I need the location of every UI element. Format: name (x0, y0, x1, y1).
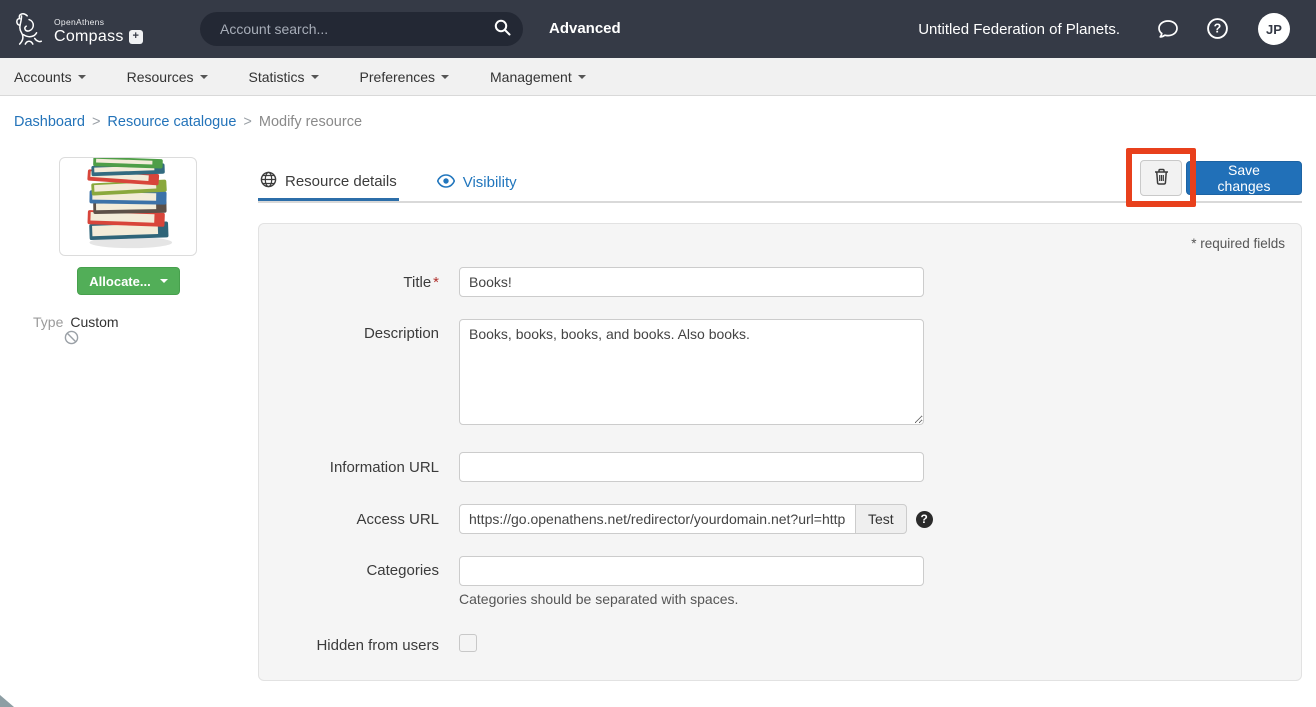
resource-type-row: Type Custom (33, 314, 119, 330)
modify-resource-main: Resource details Visibility Save changes… (258, 160, 1302, 681)
resource-thumbnail-card (59, 157, 197, 256)
access-url-input[interactable] (459, 504, 856, 534)
menu-item-label: Resources (127, 69, 194, 85)
tab-label: Resource details (285, 173, 397, 190)
categories-label: Categories (279, 556, 459, 579)
allocate-label: Allocate... (89, 274, 150, 289)
openathens-owl-icon (14, 9, 46, 54)
svg-text:?: ? (1214, 22, 1222, 36)
menu-item-management[interactable]: Management (490, 69, 586, 85)
chevron-down-icon (160, 279, 168, 283)
globe-icon (260, 171, 277, 192)
chevron-down-icon (78, 75, 86, 79)
search-button[interactable] (494, 19, 511, 39)
tab-label: Visibility (463, 174, 517, 191)
allocate-dropdown-button[interactable]: Allocate... (77, 267, 180, 295)
title-input[interactable] (459, 267, 924, 297)
breadcrumb-resource-catalogue[interactable]: Resource catalogue (107, 114, 236, 130)
type-value: Custom (70, 314, 118, 330)
categories-hint: Categories should be separated with spac… (459, 591, 924, 607)
description-textarea[interactable]: Books, books, books, and books. Also boo… (459, 319, 924, 425)
menu-item-label: Management (490, 69, 572, 85)
hidden-from-users-checkbox[interactable] (459, 634, 477, 652)
description-row: Description Books, books, books, and boo… (279, 319, 1285, 430)
test-url-button[interactable]: Test (855, 504, 907, 534)
help-button[interactable]: ? (1206, 17, 1229, 43)
organisation-name: Untitled Federation of Planets. (918, 21, 1120, 38)
chevron-down-icon (311, 75, 319, 79)
advanced-search-link[interactable]: Advanced (549, 20, 621, 37)
hidden-from-users-row: Hidden from users (279, 633, 1285, 657)
title-row: Title* (279, 267, 1285, 297)
chevron-down-icon (200, 75, 208, 79)
access-url-row: Access URL Test ? (279, 504, 1285, 534)
access-url-help-icon[interactable]: ? (916, 511, 933, 528)
menu-item-resources[interactable]: Resources (127, 69, 208, 85)
books-stack-image (63, 158, 193, 255)
prohibited-icon (64, 330, 79, 350)
categories-input[interactable] (459, 556, 924, 586)
account-search-input[interactable] (220, 21, 494, 37)
title-label: Title* (279, 274, 459, 291)
tab-resource-details[interactable]: Resource details (258, 160, 399, 201)
title-label-text: Title (403, 274, 431, 291)
breadcrumb: Dashboard > Resource catalogue > Modify … (14, 114, 362, 130)
access-url-label: Access URL (279, 511, 459, 528)
plus-badge-icon: + (129, 30, 143, 44)
menu-item-label: Statistics (249, 69, 305, 85)
save-changes-button[interactable]: Save changes (1186, 161, 1302, 195)
tab-bar: Resource details Visibility Save changes (258, 160, 1302, 203)
brand-logo[interactable]: OpenAthens Compass + (14, 9, 143, 54)
breadcrumb-dashboard[interactable]: Dashboard (14, 114, 85, 130)
information-url-input[interactable] (459, 452, 924, 482)
chevron-down-icon (578, 75, 586, 79)
menu-item-preferences[interactable]: Preferences (360, 69, 449, 85)
help-circle-icon: ? (1206, 17, 1229, 43)
required-asterisk: * (433, 274, 439, 291)
user-avatar[interactable]: JP (1258, 13, 1290, 45)
description-label: Description (279, 319, 459, 342)
categories-row: Categories Categories should be separate… (279, 556, 1285, 607)
required-fields-note: * required fields (1191, 236, 1285, 251)
menu-item-statistics[interactable]: Statistics (249, 69, 319, 85)
hidden-from-users-label: Hidden from users (279, 637, 459, 654)
corner-artifact (0, 695, 14, 707)
brand-compass-label: Compass (54, 29, 124, 45)
information-url-row: Information URL (279, 452, 1285, 482)
chevron-down-icon (441, 75, 449, 79)
chat-button[interactable] (1156, 17, 1180, 44)
resource-details-panel: * required fields Title* Description Boo… (258, 223, 1302, 681)
tab-visibility[interactable]: Visibility (435, 160, 519, 201)
menu-item-accounts[interactable]: Accounts (14, 69, 86, 85)
breadcrumb-separator: > (92, 114, 100, 130)
brand-openathens-label: OpenAthens (54, 18, 143, 27)
eye-icon (437, 174, 455, 192)
trash-icon (1154, 168, 1169, 188)
information-url-label: Information URL (279, 459, 459, 476)
breadcrumb-separator: > (243, 114, 251, 130)
type-label: Type (33, 314, 63, 330)
top-navbar: OpenAthens Compass + Advanced Untitled F… (0, 0, 1316, 58)
breadcrumb-current: Modify resource (259, 114, 362, 130)
account-search (200, 12, 523, 46)
delete-resource-button[interactable] (1140, 160, 1182, 196)
main-menu: Accounts Resources Statistics Preference… (0, 58, 1316, 96)
menu-item-label: Preferences (360, 69, 435, 85)
menu-item-label: Accounts (14, 69, 72, 85)
search-icon (494, 19, 511, 39)
chat-bubble-icon (1156, 17, 1180, 44)
resource-details-form: Title* Description Books, books, books, … (279, 267, 1285, 657)
